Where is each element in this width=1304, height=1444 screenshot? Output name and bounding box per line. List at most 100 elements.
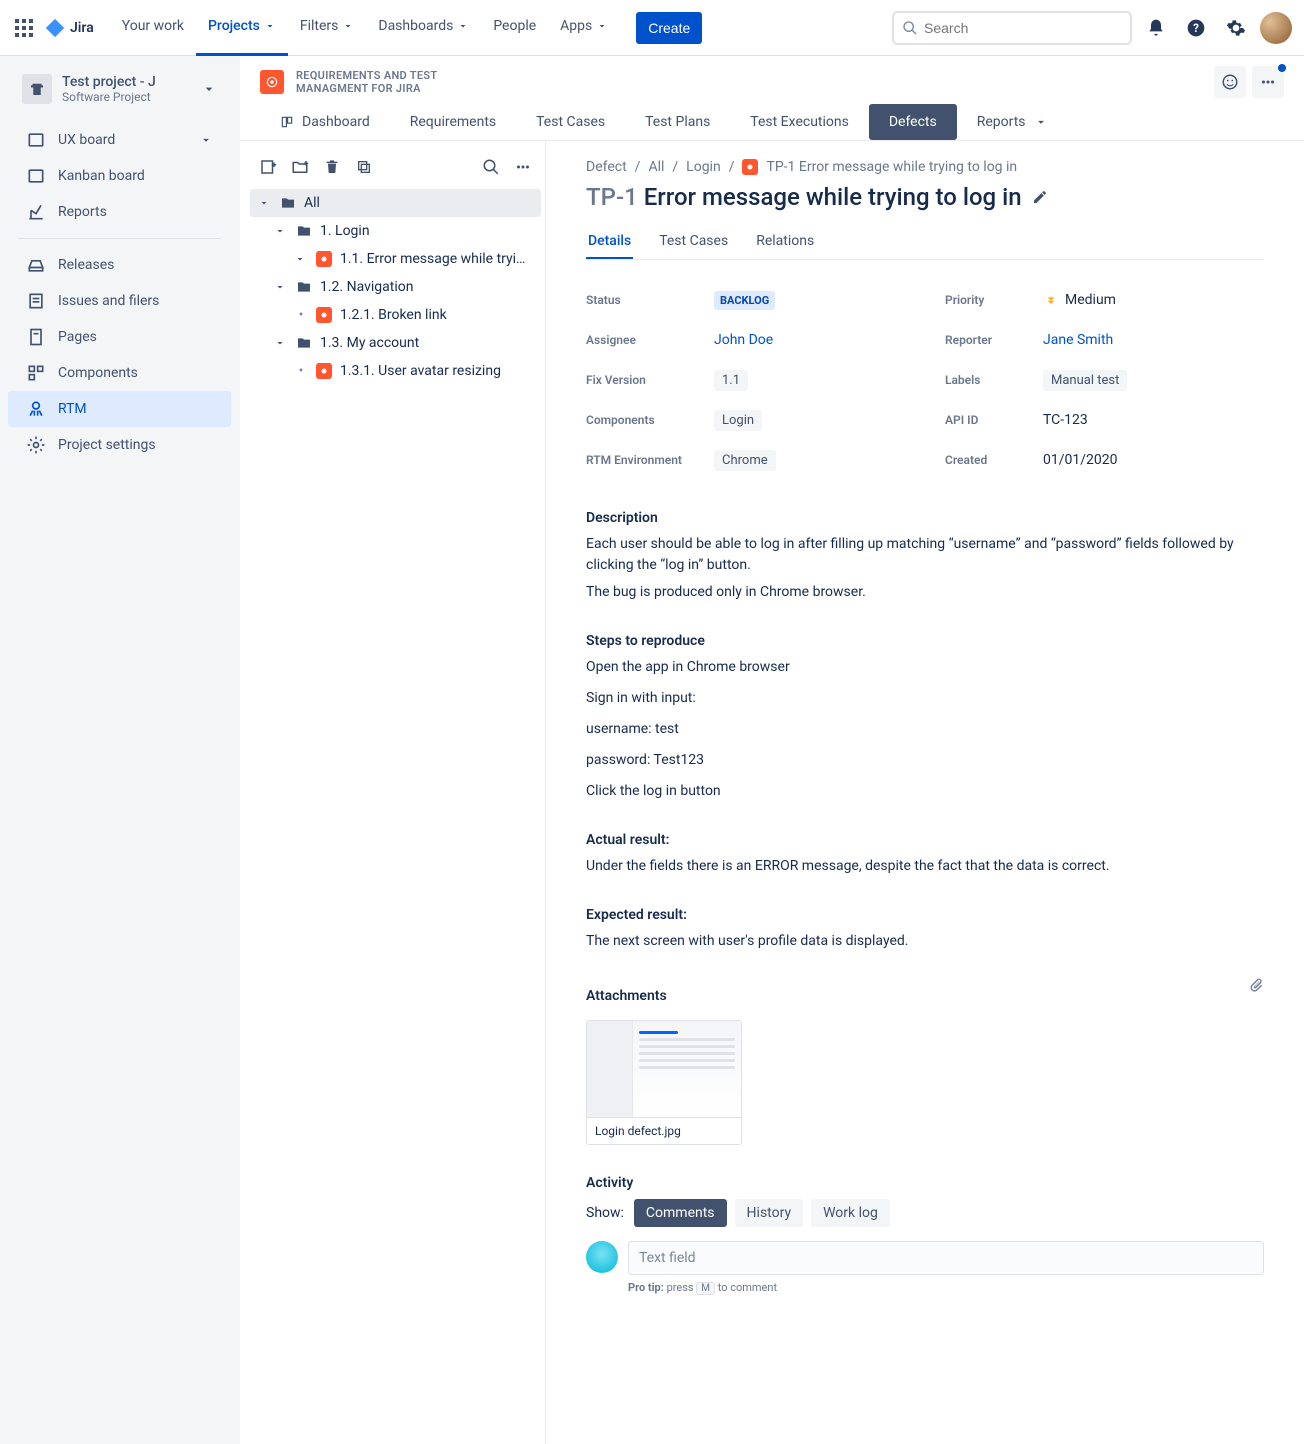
- step-text: Click the log in button: [586, 781, 1264, 802]
- tree-node[interactable]: 1.1. Error message while trying to log i…: [250, 245, 541, 273]
- pro-tip: Pro tip: press M to comment: [628, 1281, 1264, 1294]
- sidebar-item-releases[interactable]: Releases: [8, 247, 231, 283]
- step-text: Sign in with input:: [586, 688, 1264, 709]
- actual-heading: Actual result:: [586, 832, 1264, 848]
- tab-reports[interactable]: Reports: [957, 104, 1068, 140]
- attachment-icon[interactable]: [1248, 977, 1264, 993]
- notifications-icon[interactable]: [1140, 12, 1172, 44]
- chevron-down-icon[interactable]: [201, 81, 217, 97]
- create-button[interactable]: Create: [636, 12, 702, 44]
- step-text: password: Test123: [586, 750, 1264, 771]
- new-item-icon[interactable]: [258, 157, 278, 177]
- created-value: 01/01/2020: [1043, 452, 1118, 468]
- new-folder-icon[interactable]: [290, 157, 310, 177]
- breadcrumb: Defect/All/Login/TP-1 Error message whil…: [586, 159, 1264, 175]
- nav-apps[interactable]: Apps: [548, 0, 620, 56]
- detail-tab-test-cases[interactable]: Test Cases: [657, 225, 730, 259]
- help-icon[interactable]: ?: [1180, 12, 1212, 44]
- attachment-filename: Login defect.jpg: [587, 1117, 741, 1144]
- step-text: Open the app in Chrome browser: [586, 657, 1264, 678]
- crumb[interactable]: Defect: [586, 159, 627, 175]
- tree-node[interactable]: 1. Login: [250, 217, 541, 245]
- env-tag[interactable]: Chrome: [714, 450, 776, 471]
- expected-text: The next screen with user's profile data…: [586, 931, 1264, 952]
- component-tag[interactable]: Login: [714, 410, 762, 431]
- tree-search-icon[interactable]: [481, 157, 501, 177]
- jira-logo-text: Jira: [70, 20, 94, 36]
- tree-node[interactable]: 1.3. My account: [250, 329, 541, 357]
- attachment-card[interactable]: Login defect.jpg: [586, 1020, 742, 1145]
- tree-node[interactable]: •1.2.1. Broken link: [250, 301, 541, 329]
- tree-pane: All1. Login1.1. Error message while tryi…: [240, 141, 546, 1444]
- search-box[interactable]: [892, 11, 1132, 45]
- nav-projects[interactable]: Projects: [196, 0, 288, 56]
- comment-avatar: [586, 1241, 618, 1273]
- comment-input[interactable]: Text field: [628, 1241, 1264, 1275]
- description-text: The bug is produced only in Chrome brows…: [586, 582, 1264, 603]
- nav-filters[interactable]: Filters: [288, 0, 367, 56]
- priority-value[interactable]: Medium: [1043, 292, 1116, 308]
- sidebar-item-issues-and-filers[interactable]: Issues and filers: [8, 283, 231, 319]
- tab-defects[interactable]: Defects: [869, 104, 957, 140]
- activity-chip-work-log[interactable]: Work log: [811, 1199, 890, 1227]
- feedback-icon[interactable]: [1214, 66, 1246, 98]
- assignee-link[interactable]: John Doe: [714, 332, 773, 348]
- tab-dashboard[interactable]: Dashboard: [260, 104, 390, 140]
- bug-icon: [742, 159, 758, 175]
- tree-node[interactable]: 1.2. Navigation: [250, 273, 541, 301]
- edit-icon[interactable]: [1032, 189, 1048, 205]
- more-actions-icon[interactable]: [1252, 66, 1284, 98]
- top-nav: Jira Your workProjects Filters Dashboard…: [0, 0, 1304, 56]
- sidebar-item-kanban-board[interactable]: Kanban board: [8, 158, 231, 194]
- project-header[interactable]: Test project - J Software Project: [8, 64, 231, 114]
- sidebar-item-pages[interactable]: Pages: [8, 319, 231, 355]
- settings-icon[interactable]: [1220, 12, 1252, 44]
- rtm-app-icon: [260, 70, 284, 94]
- nav-your-work[interactable]: Your work: [110, 0, 196, 56]
- project-name: Test project - J: [62, 74, 156, 90]
- description-heading: Description: [586, 510, 1264, 526]
- tab-requirements[interactable]: Requirements: [390, 104, 516, 140]
- label-tag[interactable]: Manual test: [1043, 370, 1127, 391]
- tab-test-executions[interactable]: Test Executions: [730, 104, 869, 140]
- detail-pane: Defect/All/Login/TP-1 Error message whil…: [546, 141, 1304, 1444]
- steps-heading: Steps to reproduce: [586, 633, 1264, 649]
- apiid-value: TC-123: [1043, 412, 1088, 428]
- sidebar-item-reports[interactable]: Reports: [8, 194, 231, 230]
- nav-people[interactable]: People: [481, 0, 548, 56]
- expected-heading: Expected result:: [586, 907, 1264, 923]
- project-subtitle: Software Project: [62, 90, 156, 104]
- delete-icon[interactable]: [322, 157, 342, 177]
- crumb: TP-1 Error message while trying to log i…: [766, 159, 1017, 175]
- tab-test-plans[interactable]: Test Plans: [625, 104, 730, 140]
- search-input[interactable]: [924, 20, 1122, 36]
- activity-heading: Activity: [586, 1175, 1264, 1191]
- sidebar-item-project-settings[interactable]: Project settings: [8, 427, 231, 463]
- nav-dashboards[interactable]: Dashboards: [366, 0, 481, 56]
- detail-tab-relations[interactable]: Relations: [754, 225, 816, 259]
- actual-text: Under the fields there is an ERROR messa…: [586, 856, 1264, 877]
- tab-test-cases[interactable]: Test Cases: [516, 104, 625, 140]
- crumb[interactable]: Login: [686, 159, 721, 175]
- status-badge[interactable]: BACKLOG: [714, 291, 775, 310]
- sidebar-item-ux-board[interactable]: UX board: [8, 122, 231, 158]
- tree-node[interactable]: All: [250, 189, 541, 217]
- show-label: Show:: [586, 1205, 624, 1221]
- fixversion-tag[interactable]: 1.1: [714, 370, 748, 391]
- activity-chip-history[interactable]: History: [735, 1199, 804, 1227]
- copy-icon[interactable]: [354, 157, 374, 177]
- tree-node[interactable]: •1.3.1. User avatar resizing: [250, 357, 541, 385]
- tree-more-icon[interactable]: [513, 157, 533, 177]
- search-icon: [902, 20, 918, 36]
- app-title-line1: REQUIREMENTS AND TEST: [296, 69, 437, 82]
- app-switcher-icon[interactable]: [12, 16, 36, 40]
- sidebar-item-components[interactable]: Components: [8, 355, 231, 391]
- detail-tab-details[interactable]: Details: [586, 225, 633, 259]
- user-avatar[interactable]: [1260, 12, 1292, 44]
- sidebar-item-rtm[interactable]: RTM: [8, 391, 231, 427]
- activity-chip-comments[interactable]: Comments: [634, 1199, 727, 1227]
- crumb[interactable]: All: [648, 159, 664, 175]
- svg-text:?: ?: [1193, 21, 1199, 35]
- jira-logo[interactable]: Jira: [44, 17, 94, 39]
- reporter-link[interactable]: Jane Smith: [1043, 332, 1113, 348]
